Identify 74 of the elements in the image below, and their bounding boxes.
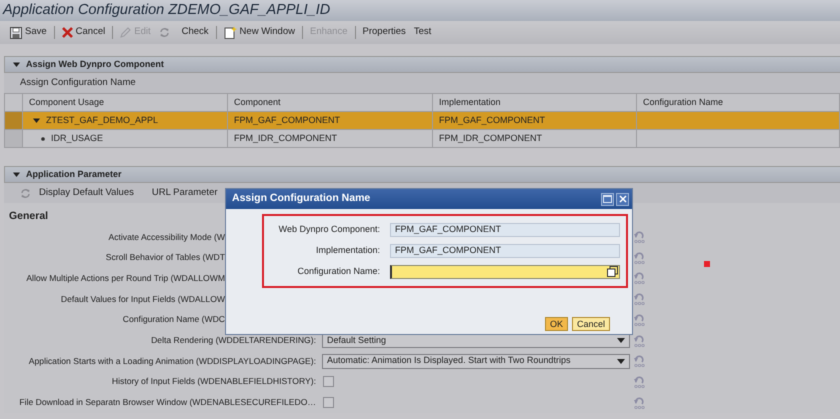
toolbar-button[interactable]: URL Parameter (148, 186, 222, 200)
cancel-icon (62, 27, 73, 38)
field-label: Configuration Name: (297, 266, 380, 276)
usage-text: ZTEST_GAF_DEMO_APPL (46, 114, 158, 127)
parameter-label: Configuration Name (WDC (122, 314, 225, 324)
toolbar-button[interactable]: Assign Configuration Name (16, 76, 140, 90)
undo-icon (634, 376, 645, 388)
field-label: Implementation: (316, 244, 380, 255)
undo-icon (634, 396, 645, 409)
field-label: Web Dynpro Component: (278, 224, 380, 234)
panel-header[interactable]: Application Parameter (4, 166, 840, 183)
section-title: General (8, 209, 50, 224)
parameter-label: Application Starts with a Loading Animation (WDDISPLAYLOADINGPAGE): (28, 356, 316, 366)
table-row[interactable]: IDR_USAGE FPM_IDR_COMPONENT FPM_IDR_COMPONENT (4, 130, 840, 148)
parameter-label: Activate Accessibility Mode (W (108, 232, 225, 242)
row-selector[interactable] (4, 112, 22, 130)
parameter-label: Allow Multiple Actions per Round Trip (WDALLOWM (26, 273, 225, 284)
dropdown-arrow-icon (617, 338, 625, 344)
undo-icon (634, 293, 645, 306)
marker-icon (704, 261, 710, 267)
undo-icon (634, 272, 645, 284)
dialog-button[interactable]: Cancel (572, 317, 610, 331)
column-header[interactable]: Component (228, 94, 432, 112)
parameter-label: File Download in Separatn Browser Window (WDENABLESECUREFILEDO… (19, 397, 316, 408)
maximize-icon (603, 195, 612, 203)
panel-title: Application Parameter (26, 168, 122, 181)
checkbox[interactable] (323, 376, 334, 388)
close-button[interactable] (616, 192, 629, 206)
toolbar-button[interactable]: Check (154, 25, 213, 40)
table-row[interactable]: ZTEST_GAF_DEMO_APPL FPM_GAF_COMPONENT FPM_GAF_COMPONENT (4, 112, 840, 130)
readonly-field: FPM_GAF_COMPONENT (390, 244, 620, 258)
close-icon (618, 195, 626, 203)
table-cell: FPM_IDR_COMPONENT (228, 130, 432, 148)
window-title: Application Configuration ZDEMO_GAF_APPLI_ID (0, 0, 840, 21)
column-header[interactable]: Component Usage (22, 94, 228, 112)
table-cell: FPM_GAF_COMPONENT (228, 112, 432, 130)
checkbox[interactable] (323, 397, 334, 408)
usage-text: IDR_USAGE (51, 132, 104, 145)
toolbar-button[interactable]: Save (6, 25, 51, 40)
maximize-button[interactable] (601, 192, 614, 206)
dialog-title: Assign Configuration Name (232, 191, 370, 206)
panel-header[interactable]: Assign Web Dynpro Component (4, 56, 840, 73)
row-selector[interactable] (4, 130, 22, 148)
dialog-button[interactable]: OK (544, 317, 568, 331)
undo-icon (634, 334, 645, 347)
parameter-label: Delta Rendering (WDDELTARENDERING): (151, 335, 316, 346)
input-field[interactable] (390, 264, 620, 278)
toolbar-button[interactable]: Cancel (58, 25, 110, 40)
parameter-label: Default Values for Input Fields (WDALLOW (60, 294, 225, 304)
toolbar-button[interactable]: Test (410, 25, 436, 40)
pencil-icon (120, 27, 132, 38)
new-window-icon (224, 26, 237, 39)
toolbar-button[interactable]: New Window (220, 25, 299, 40)
refresh-icon (158, 27, 170, 38)
toolbar-button[interactable]: Properties (358, 25, 410, 40)
parameter-label: History of Input Fields (WDENABLEFIELDHISTORY): (112, 376, 316, 386)
column-header[interactable]: Implementation (432, 94, 636, 112)
undo-icon (634, 314, 645, 326)
toolbar-button[interactable]: Display Default Values (16, 186, 138, 200)
undo-icon (634, 231, 645, 244)
undo-icon (634, 355, 645, 368)
bullet-icon (41, 136, 45, 140)
parameter-label: Scroll Behavior of Tables (WDT (106, 252, 225, 262)
dropdown-arrow-icon (617, 358, 625, 364)
column-header[interactable]: Configuration Name (636, 94, 840, 112)
panel-title: Assign Web Dynpro Component (26, 58, 164, 71)
dropdown-field[interactable]: Automatic: Animation Is Displayed. Start with Two Roundtrips (322, 354, 630, 369)
save-icon (10, 26, 22, 38)
readonly-field: FPM_GAF_COMPONENT (390, 222, 620, 236)
refresh-icon (20, 188, 31, 198)
table-cell: FPM_IDR_COMPONENT (432, 130, 636, 148)
value-help-icon (607, 266, 618, 277)
table-cell: FPM_GAF_COMPONENT (432, 112, 636, 130)
undo-icon (634, 252, 645, 264)
